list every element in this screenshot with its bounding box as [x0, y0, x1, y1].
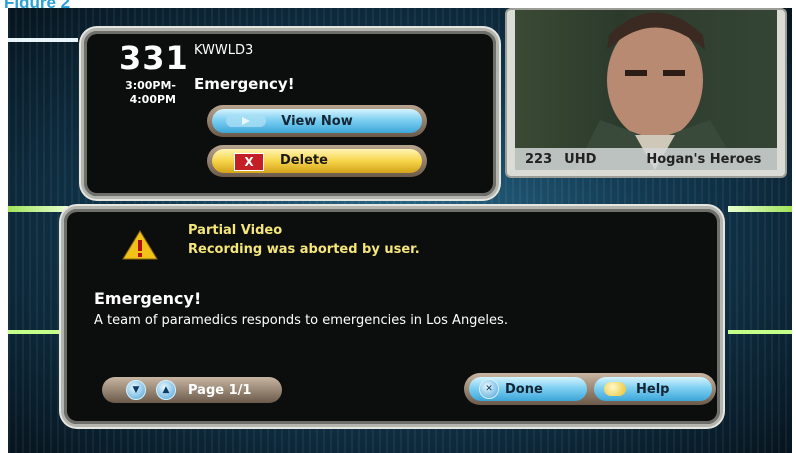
live-video-preview: 223 UHD Hogan's Heroes: [505, 8, 787, 178]
tv-screen: 331 3:00PM- 4:00PM KWWLD3 Emergency! Vie…: [8, 8, 792, 453]
background-stripe: [8, 38, 78, 42]
video-caption: 223 UHD Hogan's Heroes: [515, 148, 777, 170]
background-stripe: [8, 330, 68, 334]
start-time: 3:00PM-: [125, 79, 176, 92]
page-label: Page 1/1: [188, 382, 252, 398]
done-button[interactable]: ✕ Done: [469, 377, 587, 401]
video-channel: 223: [525, 151, 553, 167]
delete-button[interactable]: X Delete: [212, 149, 422, 173]
channel-callsign: KWWLD3: [194, 43, 254, 58]
help-icon: [604, 382, 626, 396]
view-now-label: View Now: [281, 113, 353, 129]
description-title: Emergency!: [94, 289, 202, 308]
help-button[interactable]: Help: [594, 377, 712, 401]
channel-number: 331: [119, 39, 189, 77]
status-title: Partial Video: [188, 223, 283, 238]
video-program: Hogan's Heroes: [646, 151, 762, 167]
program-info-panel: 331 3:00PM- 4:00PM KWWLD3 Emergency! Vie…: [81, 28, 499, 199]
help-label: Help: [636, 381, 670, 397]
close-icon: ✕: [479, 379, 499, 399]
video-person-image: [575, 12, 740, 170]
background-stripe: [728, 206, 792, 212]
play-icon: [226, 115, 266, 127]
recording-detail-panel: Partial Video Recording was aborted by u…: [61, 206, 723, 427]
description-text: A team of paramedics responds to emergen…: [94, 313, 508, 328]
view-now-button[interactable]: View Now: [212, 109, 422, 133]
arrow-down-icon[interactable]: ▼: [126, 380, 146, 400]
x-icon: X: [234, 153, 264, 171]
status-message: Recording was aborted by user.: [188, 242, 420, 257]
done-label: Done: [505, 381, 543, 397]
warning-icon: [122, 230, 158, 260]
arrow-up-icon[interactable]: ▲: [156, 380, 176, 400]
background-stripe: [728, 330, 792, 334]
delete-label: Delete: [280, 153, 328, 168]
video-frame: [515, 10, 777, 170]
video-callsign: UHD: [564, 151, 597, 167]
program-title: Emergency!: [194, 75, 295, 93]
background-stripe: [8, 206, 68, 212]
end-time: 4:00PM: [129, 93, 176, 106]
page-control: ▼ ▲ Page 1/1: [102, 377, 282, 403]
